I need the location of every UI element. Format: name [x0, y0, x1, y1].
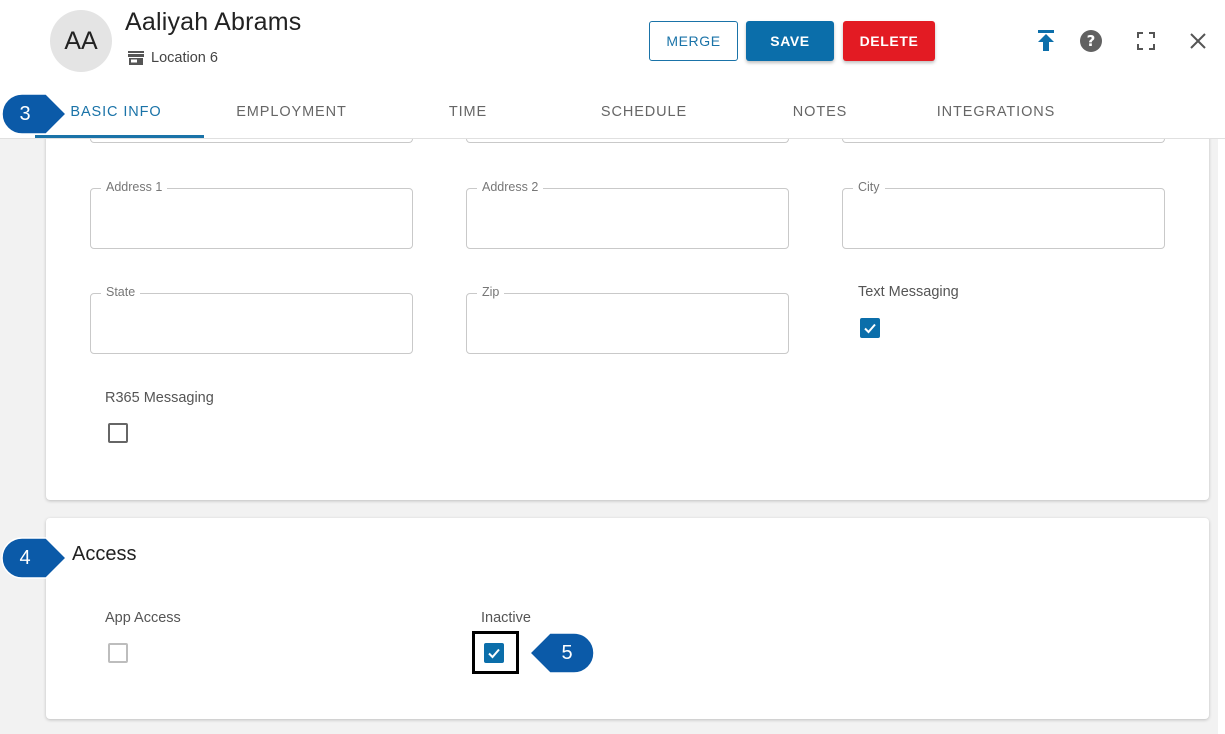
- check-icon: [488, 648, 500, 659]
- address1-field[interactable]: Address 1: [90, 180, 413, 249]
- delete-button[interactable]: DELETE: [843, 21, 935, 61]
- r365-messaging-checkbox[interactable]: [108, 423, 128, 443]
- zip-label: Zip: [477, 285, 505, 299]
- check-icon: [864, 323, 876, 334]
- store-icon: [128, 51, 144, 65]
- callout-5-text: 5: [561, 641, 573, 664]
- address1-label: Address 1: [101, 180, 168, 194]
- svg-text:?: ?: [1087, 32, 1096, 50]
- save-button[interactable]: SAVE: [746, 21, 834, 61]
- location-text: Location 6: [151, 50, 218, 66]
- tab-employment[interactable]: EMPLOYMENT: [215, 86, 368, 138]
- inactive-checkbox[interactable]: [484, 643, 504, 663]
- app-access-label: App Access: [105, 610, 181, 626]
- employee-header: AA Aaliyah Abrams Location 6 MERGE SAVE …: [0, 0, 1225, 139]
- callout-4-text: 4: [19, 546, 31, 569]
- state-label: State: [101, 285, 141, 299]
- zip-field[interactable]: Zip: [466, 285, 789, 354]
- close-icon[interactable]: [1186, 29, 1210, 53]
- city-field[interactable]: City: [842, 180, 1165, 249]
- employee-name: Aaliyah Abrams: [125, 8, 302, 36]
- tab-integrations[interactable]: INTEGRATIONS: [920, 86, 1072, 138]
- address2-field[interactable]: Address 2: [466, 180, 789, 249]
- help-icon[interactable]: ?: [1079, 29, 1103, 53]
- avatar: AA: [50, 10, 112, 72]
- callout-3-text: 3: [19, 102, 31, 125]
- left-gutter: [0, 138, 34, 734]
- upload-icon[interactable]: [1034, 29, 1058, 53]
- tab-schedule[interactable]: SCHEDULE: [568, 86, 720, 138]
- inactive-label: Inactive: [481, 610, 531, 626]
- merge-button[interactable]: MERGE: [649, 21, 738, 61]
- app-access-checkbox[interactable]: [108, 643, 128, 663]
- access-card: [46, 518, 1209, 719]
- tab-time[interactable]: TIME: [392, 86, 544, 138]
- text-messaging-checkbox[interactable]: [860, 318, 880, 338]
- text-messaging-label: Text Messaging: [858, 284, 959, 300]
- tab-notes[interactable]: NOTES: [744, 86, 896, 138]
- r365-messaging-label: R365 Messaging: [105, 390, 214, 406]
- location-info: Location 6: [128, 50, 218, 66]
- address2-label: Address 2: [477, 180, 544, 194]
- state-field[interactable]: State: [90, 285, 413, 354]
- fullscreen-icon[interactable]: [1134, 29, 1158, 53]
- access-section-title: Access: [72, 543, 137, 565]
- city-label: City: [853, 180, 885, 194]
